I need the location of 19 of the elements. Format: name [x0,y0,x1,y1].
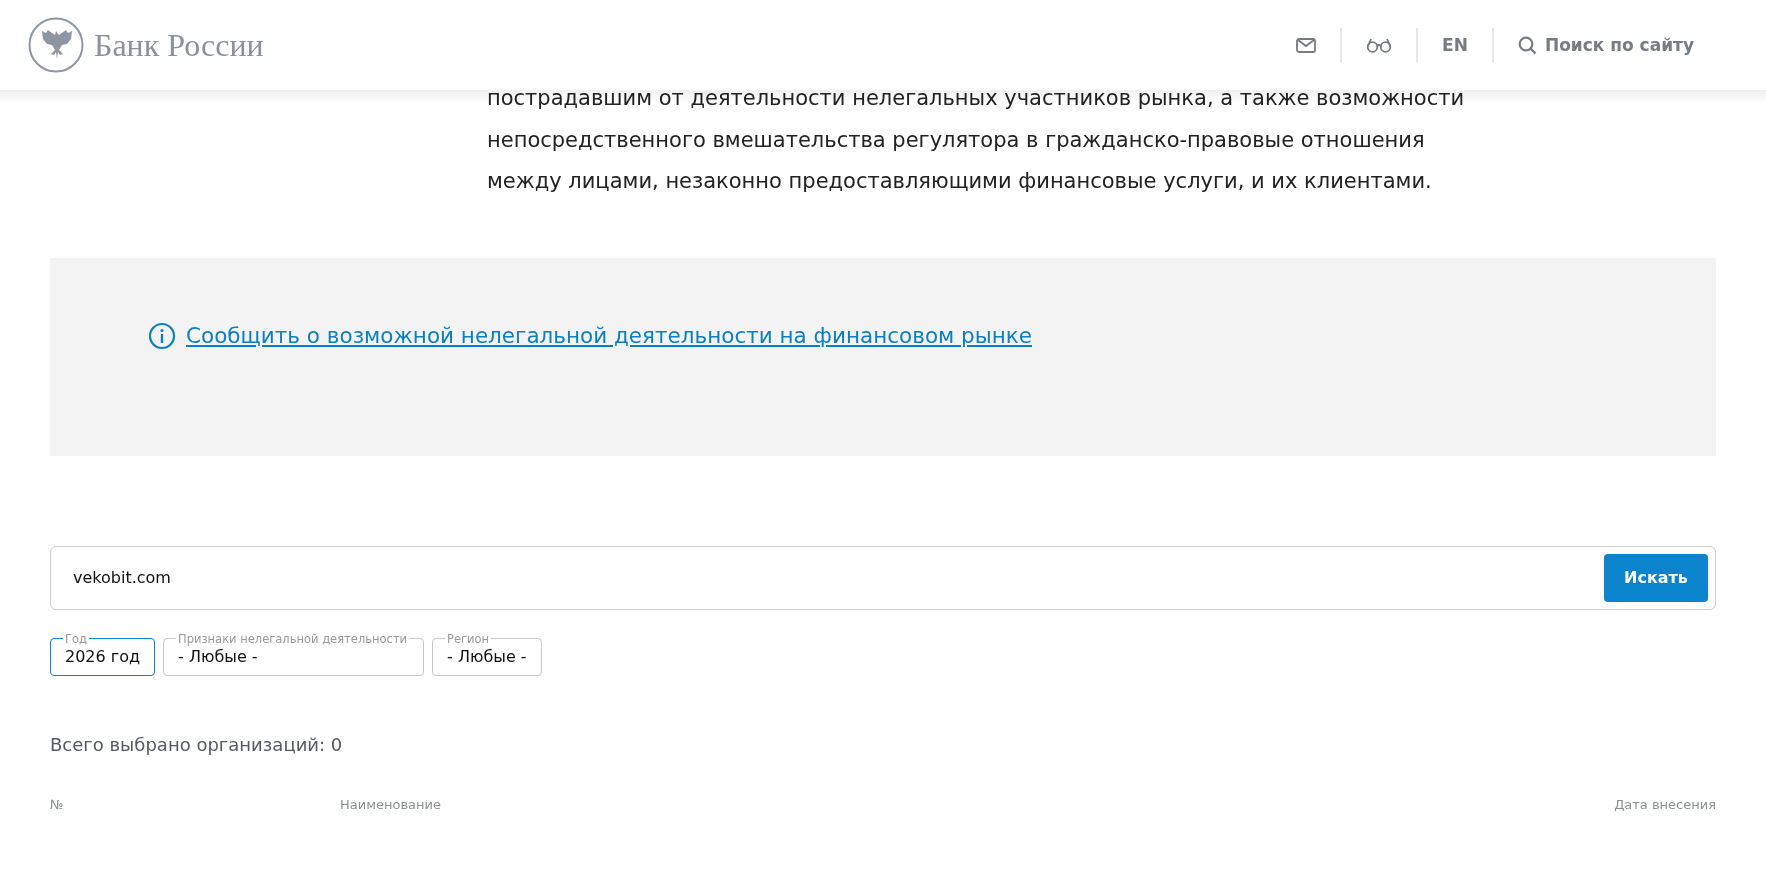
glasses-icon[interactable] [1366,37,1393,53]
logo-text[interactable]: Банк России [94,26,264,64]
emblem-icon[interactable] [28,17,84,73]
column-header: Дата внесения [1614,796,1716,812]
column-header: Наименование [340,796,443,812]
intro-paragraph: пострадавшим от деятельности нелегальных участников рынка, а также возможности непосредственного вмешательства регулятора в гражданско-правовые отношения между лицами, незаконно предоставляющими финансовые услуги, и их клиентами. [487,85,1466,195]
mail-icon[interactable] [1296,37,1317,53]
search-field[interactable]: vekobit.com Искать [50,545,1716,610]
language-link[interactable]: EN [1442,35,1468,55]
search-button[interactable]: Искать [1604,553,1708,602]
site-search-button[interactable]: Поиск по сайту [1517,35,1694,55]
filter-dropdown[interactable]: Регион - Любые - [432,631,542,676]
report-link[interactable]: Сообщить о возможной нелегальной деятельности на финансовом рынке [186,323,1032,348]
column-header: № [50,796,65,812]
filter-dropdown[interactable]: Год 2026 год [50,631,156,676]
search-icon [1517,35,1537,55]
result-count: Всего выбрано организаций: 0 [50,733,344,755]
info-icon [148,321,176,350]
filter-dropdown[interactable]: Признаки нелегальной деятельности - Любые - [163,631,425,676]
